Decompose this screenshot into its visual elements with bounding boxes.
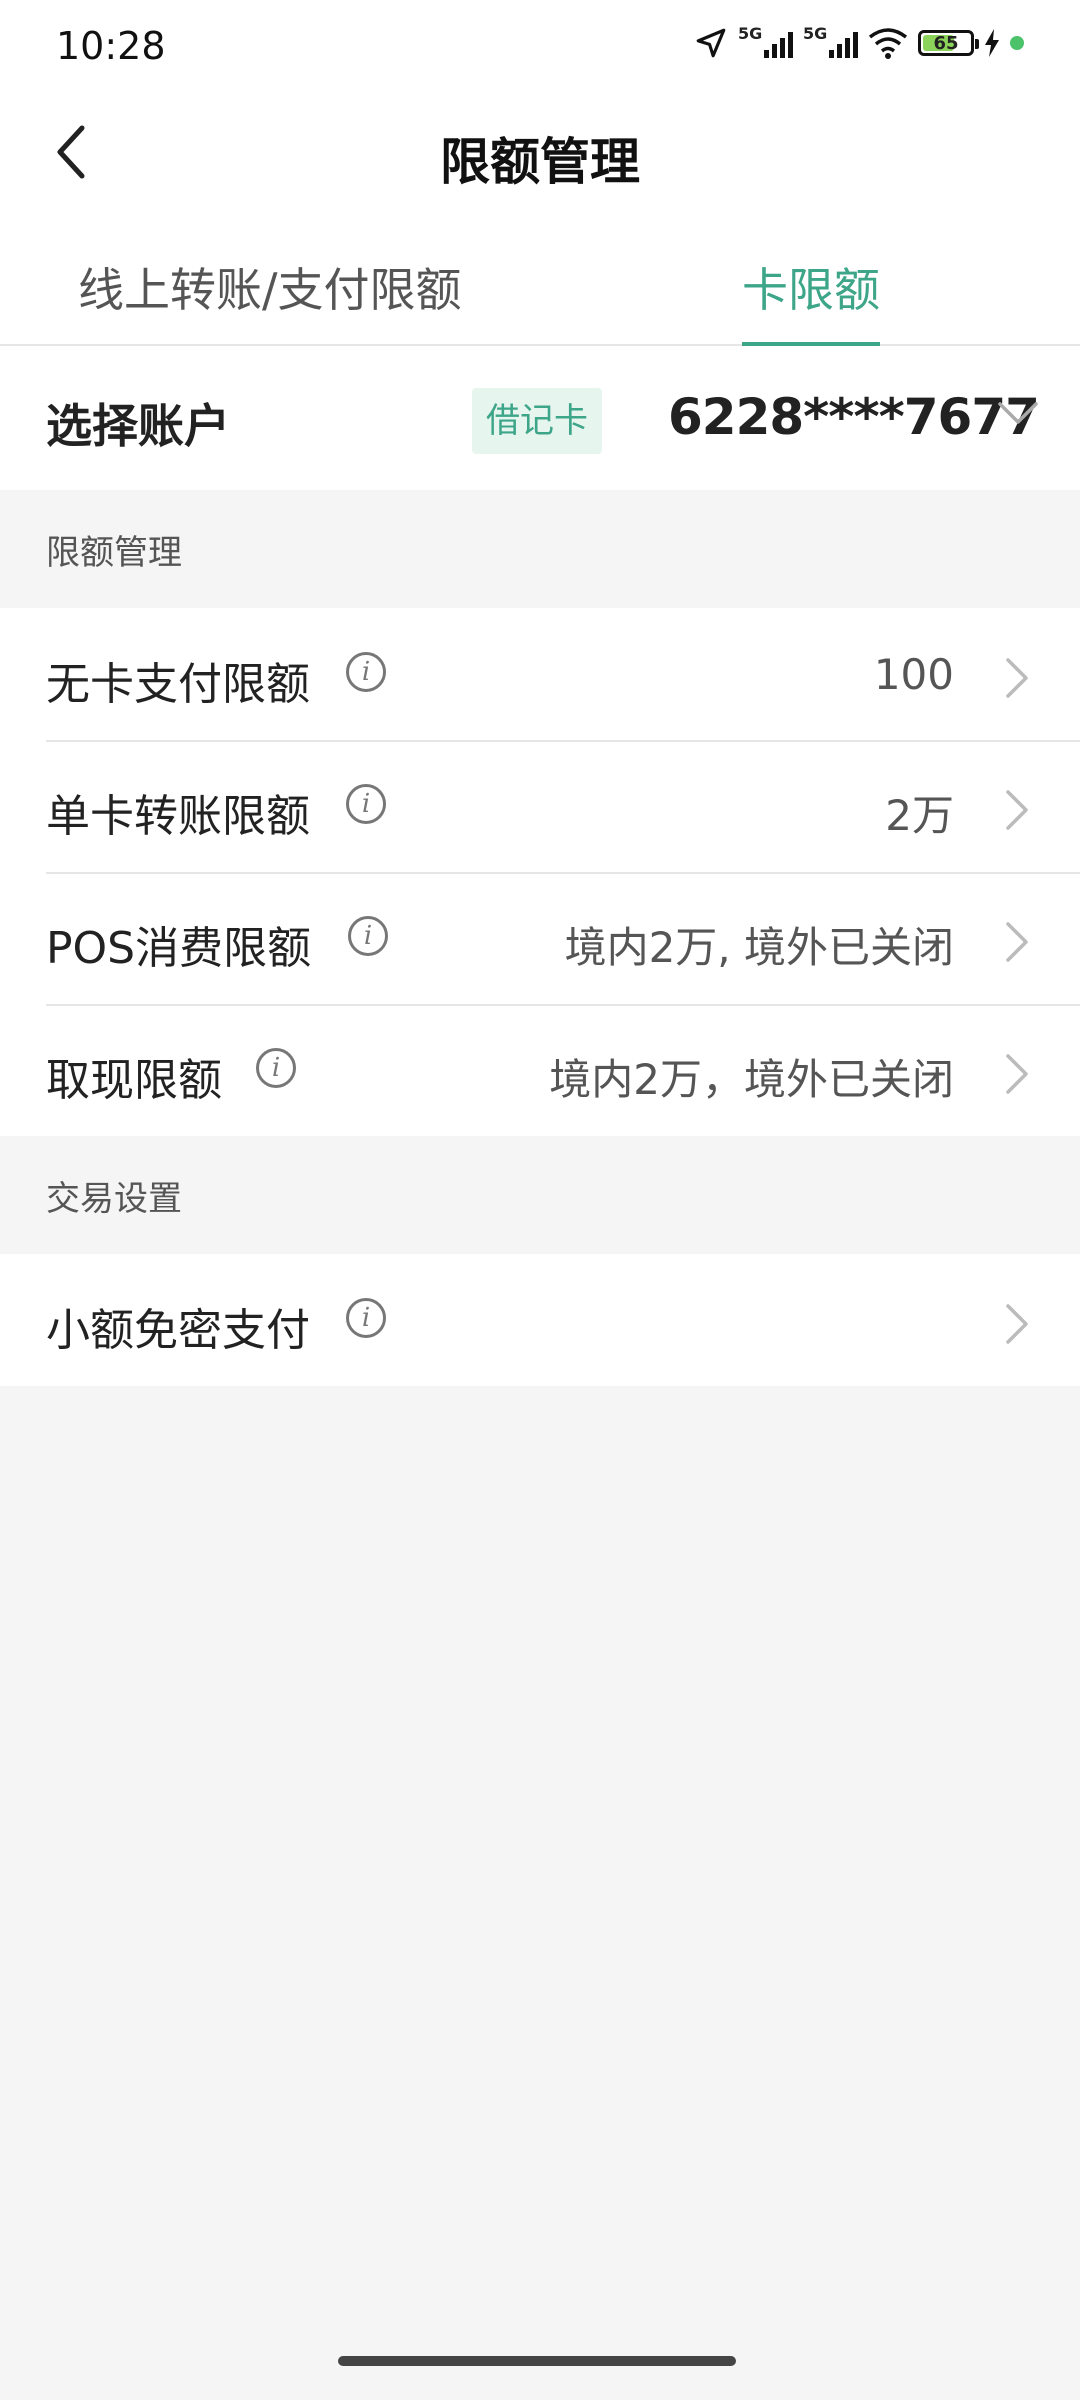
row-label: 单卡转账限额 — [46, 791, 310, 842]
nav-bar: 限额管理 — [0, 96, 1080, 208]
status-icons: 5G 5G 65 — [694, 24, 1024, 60]
signal-icon: 5G — [738, 24, 793, 58]
row-label: 无卡支付限额 — [46, 659, 310, 710]
tab-card-limit[interactable]: 卡限额 — [742, 254, 880, 320]
screen: 10:28 5G 5G 65 限额管理 线上转账/支付限额 卡限额 选择账户 借… — [0, 0, 1080, 2400]
battery-icon: 65 — [918, 30, 979, 56]
info-icon[interactable]: i — [256, 1048, 296, 1088]
card-type-badge: 借记卡 — [472, 388, 602, 454]
chevron-down-icon — [998, 402, 1038, 424]
row-label: 小额免密支付 — [46, 1305, 310, 1356]
status-bar: 10:28 5G 5G 65 — [0, 0, 1080, 96]
tab-online-limit[interactable]: 线上转账/支付限额 — [78, 254, 462, 320]
account-label: 选择账户 — [46, 399, 230, 453]
row-value: 2万 — [885, 791, 954, 840]
section-header-limits: 限额管理 — [0, 490, 1080, 608]
home-indicator[interactable] — [338, 2356, 736, 2366]
chevron-right-icon — [1006, 790, 1028, 830]
tab-bar: 线上转账/支付限额 卡限额 — [0, 208, 1080, 346]
info-icon[interactable]: i — [346, 1298, 386, 1338]
row-label: POS消费限额 — [46, 923, 312, 974]
list-item-transfer-limit[interactable]: 单卡转账限额 i 2万 — [0, 740, 1080, 872]
charging-icon — [985, 29, 999, 57]
row-value: 100 — [873, 650, 954, 699]
list-item-pos-limit[interactable]: POS消费限额 i 境内2万, 境外已关闭 — [0, 872, 1080, 1004]
list-item-cardless-pay[interactable]: 无卡支付限额 i 100 — [0, 608, 1080, 740]
info-icon[interactable]: i — [346, 784, 386, 824]
chevron-right-icon — [1006, 1304, 1028, 1344]
info-icon[interactable]: i — [346, 652, 386, 692]
list-item-withdraw-limit[interactable]: 取现限额 i 境内2万，境外已关闭 — [0, 1004, 1080, 1136]
chevron-right-icon — [1006, 922, 1028, 962]
page-title: 限额管理 — [440, 133, 640, 191]
location-icon — [696, 28, 726, 58]
list-item-small-password-free[interactable]: 小额免密支付 i — [0, 1254, 1080, 1386]
card-number: 6228****7677 — [668, 388, 1040, 446]
signal-icon-2: 5G — [803, 24, 858, 58]
status-time: 10:28 — [56, 24, 166, 68]
row-value: 境内2万，境外已关闭 — [549, 1055, 954, 1104]
limits-list: 无卡支付限额 i 100 单卡转账限额 i 2万 POS消费限额 i 境内2万,… — [0, 608, 1080, 1136]
account-selector[interactable]: 选择账户 借记卡 6228****7677 — [0, 346, 1080, 490]
wifi-icon — [868, 28, 908, 59]
transaction-list: 小额免密支付 i — [0, 1254, 1080, 1386]
row-label: 取现限额 — [46, 1055, 222, 1106]
section-header-transaction: 交易设置 — [0, 1136, 1080, 1254]
chevron-right-icon — [1006, 658, 1028, 698]
privacy-dot-icon — [1010, 36, 1024, 50]
row-value: 境内2万, 境外已关闭 — [564, 923, 954, 972]
chevron-right-icon — [1006, 1054, 1028, 1094]
info-icon[interactable]: i — [348, 916, 388, 956]
